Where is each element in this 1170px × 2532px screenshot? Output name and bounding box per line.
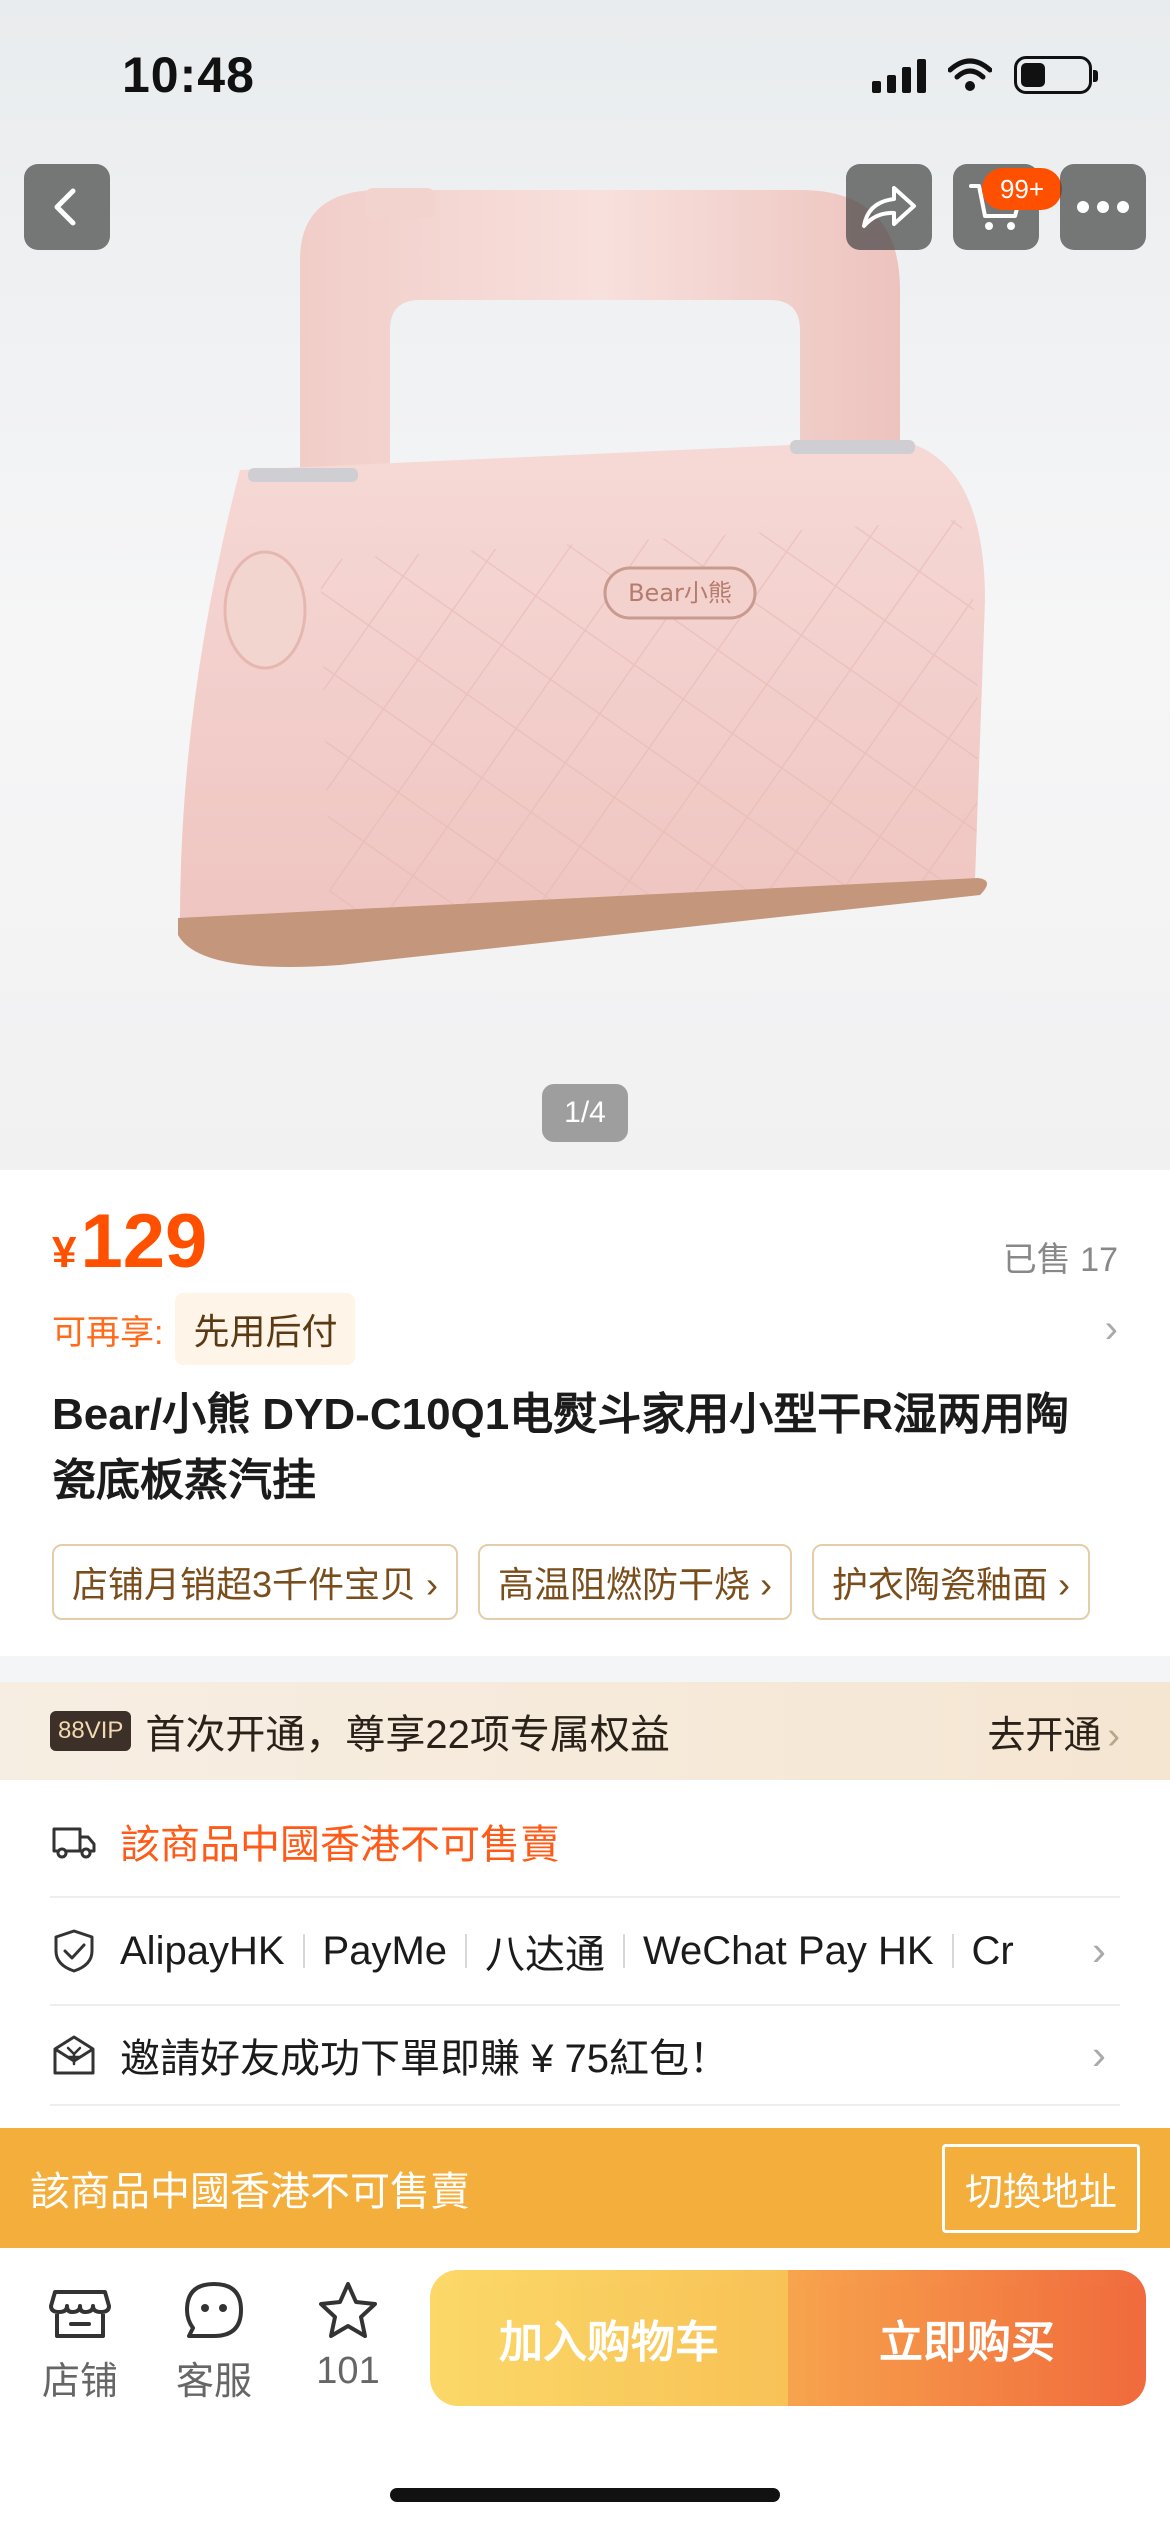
purchase-buttons: 加入购物车 立即购买	[430, 2270, 1146, 2406]
payment-methods: AlipayHK PayMe 八达通 WeChat Pay HK Cr	[120, 1922, 1050, 1980]
battery-icon	[1014, 56, 1098, 94]
customer-service-button[interactable]: 客服	[154, 2278, 274, 2405]
region-warning-banner: 該商品中國香港不可售賣 切換地址	[0, 2128, 1170, 2248]
store-button[interactable]: 店铺	[20, 2278, 140, 2405]
vip-cta-label: 去开通	[987, 1714, 1102, 1757]
back-button[interactable]	[24, 164, 110, 250]
promo-tag: 先用后付	[175, 1293, 356, 1365]
payment-method: PayMe	[322, 1928, 448, 1973]
payment-method: Cr	[971, 1928, 1014, 1973]
vip-text: 首次开通，尊享22项专属权益	[145, 1713, 670, 1757]
gallery-counter: 1/4	[542, 1084, 628, 1142]
feature-tag[interactable]: 高温阻燃防干烧 ›	[478, 1544, 793, 1620]
status-time: 10:48	[122, 47, 255, 103]
buy-now-button[interactable]: 立即购买	[788, 2270, 1146, 2406]
invite-row[interactable]: 邀請好友成功下單即賺 ¥ 75紅包！ ›	[50, 2006, 1120, 2106]
promo-label: 可再享:	[52, 1313, 164, 1352]
promo-row[interactable]: 可再享: 先用后付 ›	[52, 1292, 1118, 1366]
status-icons	[872, 56, 1098, 94]
vip-banner[interactable]: 88VIP 首次开通，尊享22项专属权益 去开通 ›	[0, 1682, 1170, 1780]
vip-cta[interactable]: 去开通 ›	[987, 1704, 1120, 1759]
home-indicator	[390, 2488, 780, 2502]
star-icon	[319, 2282, 377, 2338]
payment-method: AlipayHK	[120, 1928, 285, 1973]
share-icon	[862, 186, 916, 228]
price: ¥ 129	[52, 1198, 207, 1285]
chevron-left-icon	[54, 188, 76, 226]
cellular-signal-icon	[872, 57, 926, 93]
section-divider	[0, 1656, 1170, 1682]
share-button[interactable]	[846, 164, 932, 250]
favorite-count: 101	[316, 2350, 380, 2392]
price-amount: 129	[80, 1199, 208, 1284]
feature-tags: 店铺月销超3千件宝贝 › 高温阻燃防干烧 › 护衣陶瓷釉面 ›	[52, 1544, 1118, 1620]
vip-badge: 88VIP	[50, 1711, 132, 1751]
service-label: 客服	[175, 2361, 252, 2403]
chevron-right-icon: ›	[1104, 1306, 1118, 1351]
payment-method: WeChat Pay HK	[643, 1928, 934, 1973]
envelope-gift-icon	[53, 2035, 95, 2075]
chevron-right-icon: ›	[1092, 2031, 1106, 2078]
store-label: 店铺	[41, 2361, 118, 2403]
feature-tag[interactable]: 店铺月销超3千件宝贝 ›	[52, 1544, 459, 1620]
add-to-cart-button[interactable]: 加入购物车	[430, 2270, 788, 2406]
cart-count-badge: 99+	[982, 168, 1062, 210]
more-button[interactable]	[1060, 164, 1146, 250]
store-icon	[49, 2290, 111, 2338]
product-gallery[interactable]: Bear小熊 10:48 99+ 1/4	[0, 0, 1170, 1170]
product-title: Bear/小熊 DYD-C10Q1电熨斗家用小型干R湿两用陶瓷底板蒸汽挂	[52, 1390, 1070, 1505]
switch-address-button[interactable]: 切換地址	[941, 2143, 1140, 2233]
region-warning-text: 該商品中國香港不可售賣	[30, 2170, 470, 2214]
more-icon	[1077, 201, 1129, 213]
shield-check-icon	[54, 1929, 94, 1973]
truck-icon	[52, 1827, 96, 1859]
sold-count: 已售 17	[1002, 1241, 1118, 1279]
wifi-icon	[948, 58, 992, 91]
shipping-text: 該商品中國香港不可售賣	[120, 1823, 560, 1867]
chevron-right-icon: ›	[1092, 1927, 1106, 1974]
chevron-right-icon: ›	[1107, 1714, 1120, 1757]
brand-logo-text: Bear小熊	[628, 579, 732, 607]
favorite-button[interactable]: 101	[288, 2278, 408, 2393]
price-currency: ¥	[52, 1228, 77, 1277]
feature-tag[interactable]: 护衣陶瓷釉面 ›	[812, 1544, 1091, 1620]
payment-row[interactable]: AlipayHK PayMe 八达通 WeChat Pay HK Cr ›	[50, 1898, 1120, 2006]
payment-method: 八达通	[485, 1933, 606, 1977]
chat-face-icon	[185, 2282, 243, 2338]
shipping-row[interactable]: 該商品中國香港不可售賣	[50, 1786, 1120, 1898]
invite-text: 邀請好友成功下單即賺 ¥ 75紅包！	[120, 2037, 729, 2081]
bottom-action-bar: 店铺 客服 101 加入购物车 立即购买	[0, 2248, 1170, 2532]
